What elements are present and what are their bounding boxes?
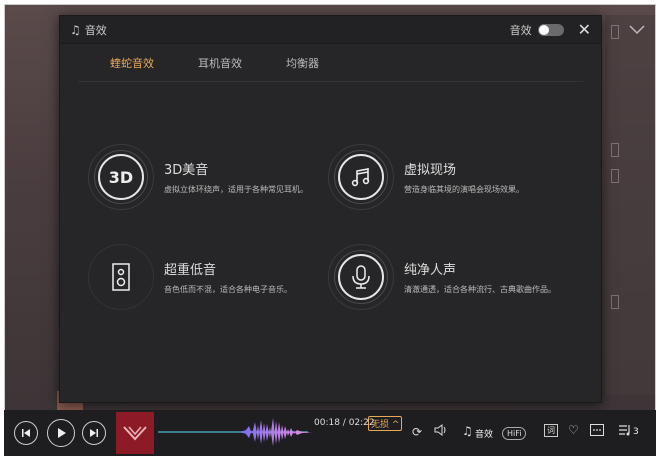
chevron-down-icon[interactable] bbox=[629, 23, 647, 41]
effect-icon-wrap bbox=[328, 144, 394, 210]
quality-selector[interactable]: 无损 ^ bbox=[368, 416, 403, 431]
toggle-knob bbox=[538, 24, 549, 35]
background-button[interactable] bbox=[611, 143, 619, 157]
tab-viper-effects[interactable]: 蝰蛇音效 bbox=[110, 55, 154, 71]
previous-button[interactable] bbox=[14, 421, 38, 445]
playlist-icon[interactable] bbox=[618, 424, 632, 439]
playlist-count: 3 bbox=[633, 427, 639, 437]
effect-name: 3D美音 bbox=[164, 163, 209, 178]
effect-text: 虚拟现场 营造身临其境的演唱会现场效果。 bbox=[404, 159, 524, 195]
effects-grid: 3D 3D美音 虚拟立体环绕声，适用于各种常见耳机。 虚拟现场 营造身临其境的演… bbox=[60, 82, 601, 382]
dialog-title: 音效 bbox=[84, 23, 107, 37]
hifi-toggle[interactable]: HiFi bbox=[502, 427, 527, 440]
effect-toggle[interactable] bbox=[537, 23, 564, 36]
dialog-titlebar: ♫ 音效 音效 ✕ bbox=[60, 16, 601, 44]
more-icon[interactable] bbox=[590, 424, 604, 439]
effect-description: 营造身临其境的演唱会现场效果。 bbox=[404, 185, 524, 194]
playback-time: 00:18 / 02:22 bbox=[314, 418, 375, 428]
effect-name: 虚拟现场 bbox=[404, 163, 457, 178]
play-icon bbox=[57, 428, 66, 438]
sound-effects-dialog: ♫ 音效 音效 ✕ 蝰蛇音效 耳机音效 均衡器 3D 3D美音 虚拟立体环绕声，… bbox=[59, 15, 602, 403]
effect-description: 虚拟立体环绕声，适用于各种常见耳机。 bbox=[164, 185, 308, 194]
effect-tabs: 蝰蛇音效 耳机音效 均衡器 bbox=[78, 44, 583, 82]
music-note-icon bbox=[338, 154, 384, 200]
next-button[interactable] bbox=[82, 421, 106, 445]
next-icon bbox=[90, 429, 98, 437]
play-button[interactable] bbox=[47, 419, 75, 447]
sound-effect-icon[interactable]: ♫ bbox=[462, 424, 473, 438]
background-button[interactable] bbox=[611, 169, 619, 183]
effect-toggle-label: 音效 bbox=[509, 23, 532, 37]
effect-text: 3D美音 虚拟立体环绕声，适用于各种常见耳机。 bbox=[164, 159, 308, 195]
effect-name: 纯净人声 bbox=[404, 263, 457, 278]
effect-virtual-live[interactable]: 虚拟现场 营造身临其境的演唱会现场效果。 bbox=[328, 144, 524, 210]
speaker-icon bbox=[98, 254, 144, 300]
effect-super-bass[interactable]: 超重低音 音色低而不混，适合各种电子音乐。 bbox=[88, 244, 292, 310]
hifi-label: HiFi bbox=[507, 429, 522, 438]
effect-description: 清澈通透，适合各种流行、古典歌曲作品。 bbox=[404, 285, 556, 294]
effect-description: 音色低而不混，适合各种电子音乐。 bbox=[164, 285, 292, 294]
microphone-icon bbox=[338, 254, 384, 300]
effect-pure-vocal[interactable]: 纯净人声 清澈通透，适合各种流行、古典歌曲作品。 bbox=[328, 244, 556, 310]
sound-effect-label[interactable]: 音效 bbox=[475, 427, 493, 440]
effect-icon-wrap bbox=[328, 244, 394, 310]
lyrics-button[interactable]: 词 bbox=[544, 424, 558, 437]
background-button[interactable] bbox=[611, 25, 619, 39]
effect-text: 超重低音 音色低而不混，适合各种电子音乐。 bbox=[164, 259, 292, 295]
effect-name: 超重低音 bbox=[164, 263, 217, 278]
3d-icon: 3D bbox=[98, 154, 144, 200]
3d-icon-text: 3D bbox=[108, 167, 134, 187]
tab-headphone-effects[interactable]: 耳机音效 bbox=[198, 55, 242, 71]
effect-icon-wrap: 3D bbox=[88, 144, 154, 210]
background-side-panel bbox=[605, 15, 655, 395]
effect-icon-wrap bbox=[88, 244, 154, 310]
album-cover[interactable] bbox=[116, 412, 154, 454]
background-button[interactable] bbox=[611, 295, 619, 309]
loop-icon[interactable]: ⟳ bbox=[412, 425, 422, 439]
volume-icon[interactable] bbox=[434, 424, 448, 439]
effect-3d-sound[interactable]: 3D 3D美音 虚拟立体环绕声，适用于各种常见耳机。 bbox=[88, 144, 308, 210]
waveform bbox=[240, 418, 312, 446]
player-bar: 00:18 / 02:22 无损 ^ ⟳ ♫ 音效 HiFi 词 ♡ 3 bbox=[4, 410, 656, 456]
heart-icon[interactable]: ♡ bbox=[568, 423, 579, 437]
effect-text: 纯净人声 清澈通透，适合各种流行、古典歌曲作品。 bbox=[404, 259, 556, 295]
tab-equalizer[interactable]: 均衡器 bbox=[286, 55, 319, 71]
previous-icon bbox=[22, 429, 30, 437]
close-icon[interactable]: ✕ bbox=[578, 21, 591, 38]
music-note-icon: ♫ bbox=[70, 22, 81, 37]
